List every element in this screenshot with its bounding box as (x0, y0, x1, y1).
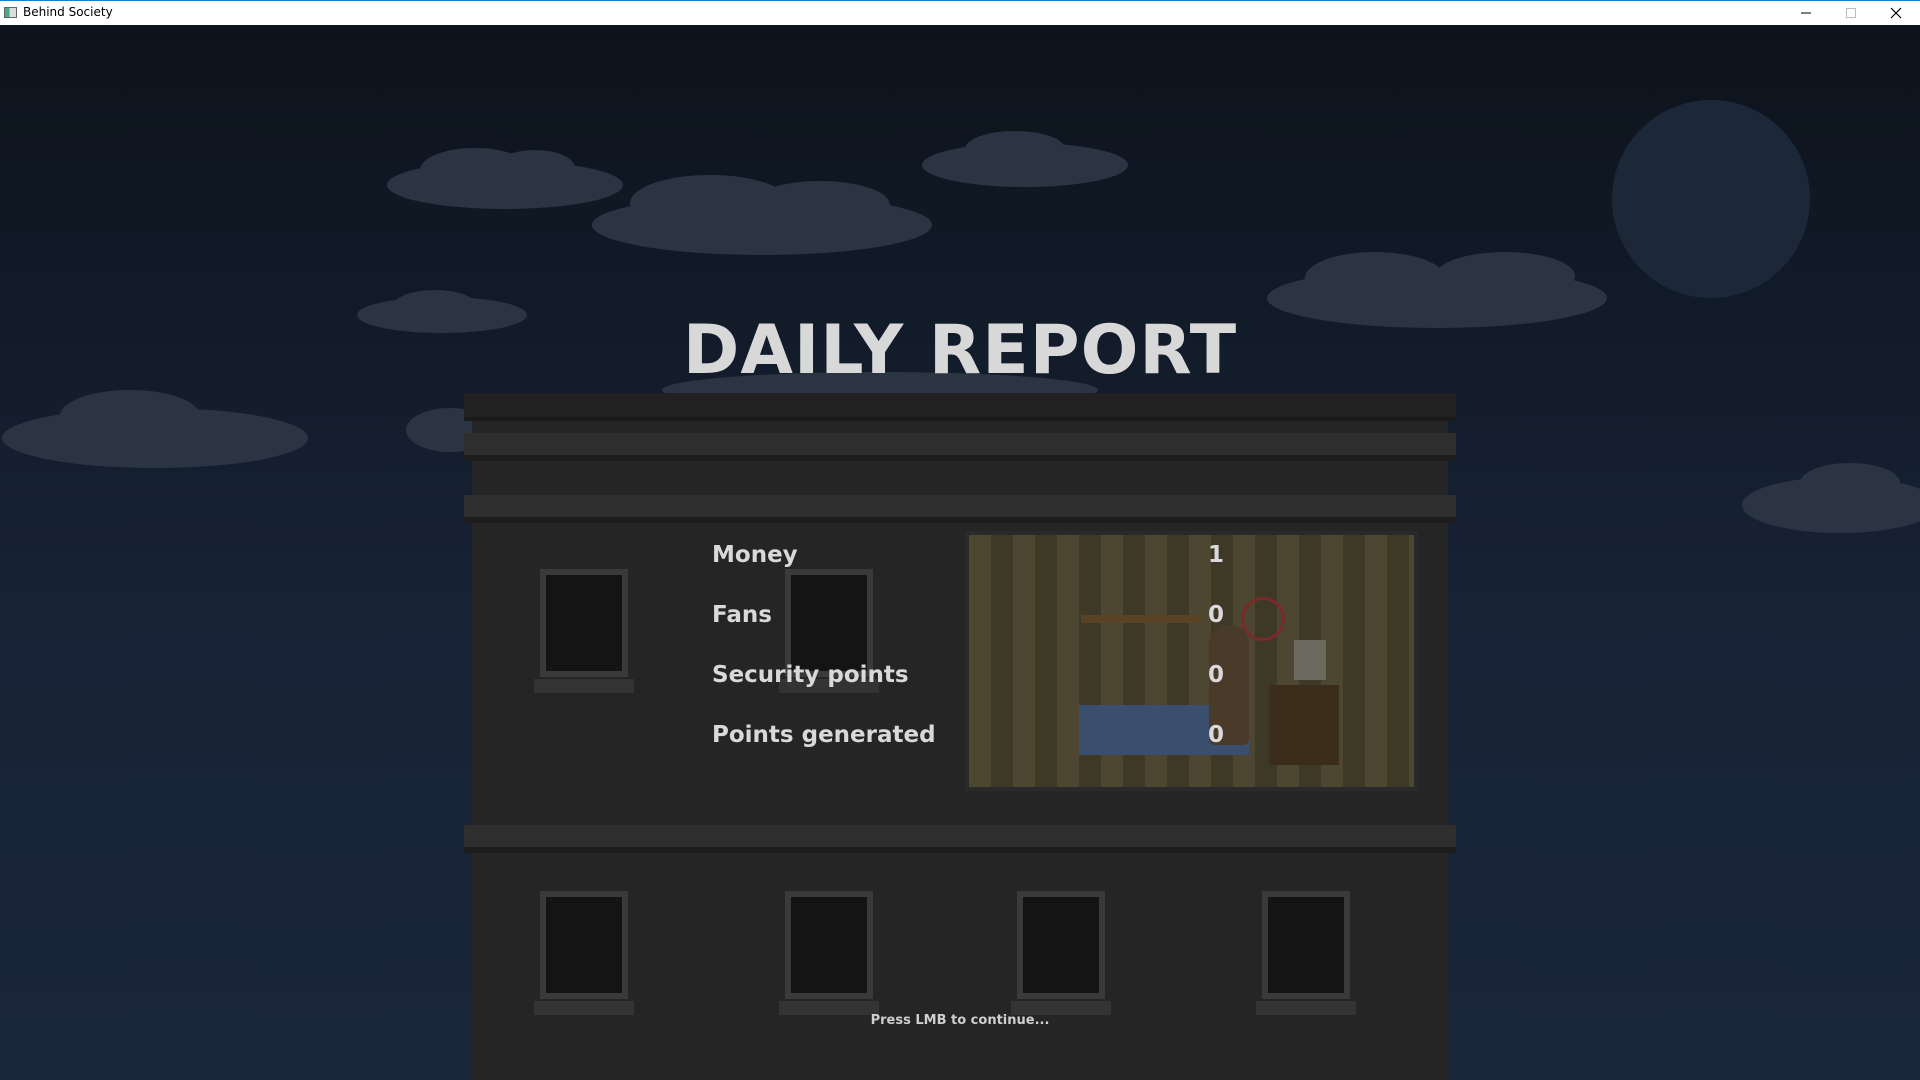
stat-label: Fans (712, 602, 772, 628)
daily-report-title: DAILY REPORT (682, 311, 1238, 390)
building-ledge (464, 433, 1456, 461)
building-window (779, 891, 879, 1015)
stat-value: 0 (1207, 602, 1224, 628)
building-window (1011, 891, 1111, 1015)
game-viewport[interactable]: DAILY REPORT Money 1 Fans 0 Security poi… (0, 25, 1920, 1080)
wall-clock (1241, 597, 1285, 641)
stat-row-points-generated: Points generated 0 (712, 715, 1224, 755)
building-window (534, 891, 634, 1015)
stat-value: 0 (1207, 722, 1224, 748)
stat-label: Money (712, 542, 798, 568)
moon (1612, 100, 1810, 298)
cloud (922, 131, 1128, 187)
building-ledge (464, 825, 1456, 853)
minimize-icon (1800, 12, 1811, 14)
window-title: Behind Society (23, 5, 113, 19)
cloud (387, 148, 623, 209)
stat-row-security-points: Security points 0 (712, 655, 1224, 695)
maximize-icon (1845, 8, 1856, 18)
stat-label: Points generated (712, 722, 936, 748)
building-ledge (464, 495, 1456, 523)
roof-ledge (464, 393, 1456, 421)
stat-value: 1 (1207, 542, 1224, 568)
cloud (592, 175, 932, 255)
close-icon (1890, 7, 1901, 19)
window-titlebar[interactable]: Behind Society (0, 0, 1920, 25)
close-button[interactable] (1873, 1, 1918, 25)
maximize-button[interactable] (1828, 1, 1873, 25)
stat-label: Security points (712, 662, 909, 688)
stat-row-fans: Fans 0 (712, 595, 1224, 635)
minimize-button[interactable] (1783, 1, 1828, 25)
desk (1269, 685, 1339, 765)
app-icon (4, 7, 17, 18)
building-window (1256, 891, 1356, 1015)
continue-hint: Press LMB to continue... (870, 1013, 1050, 1028)
stat-value: 0 (1207, 662, 1224, 688)
building-window (534, 569, 634, 693)
stat-row-money: Money 1 (712, 535, 1224, 575)
cloud (1742, 463, 1920, 533)
computer-monitor (1294, 640, 1326, 680)
